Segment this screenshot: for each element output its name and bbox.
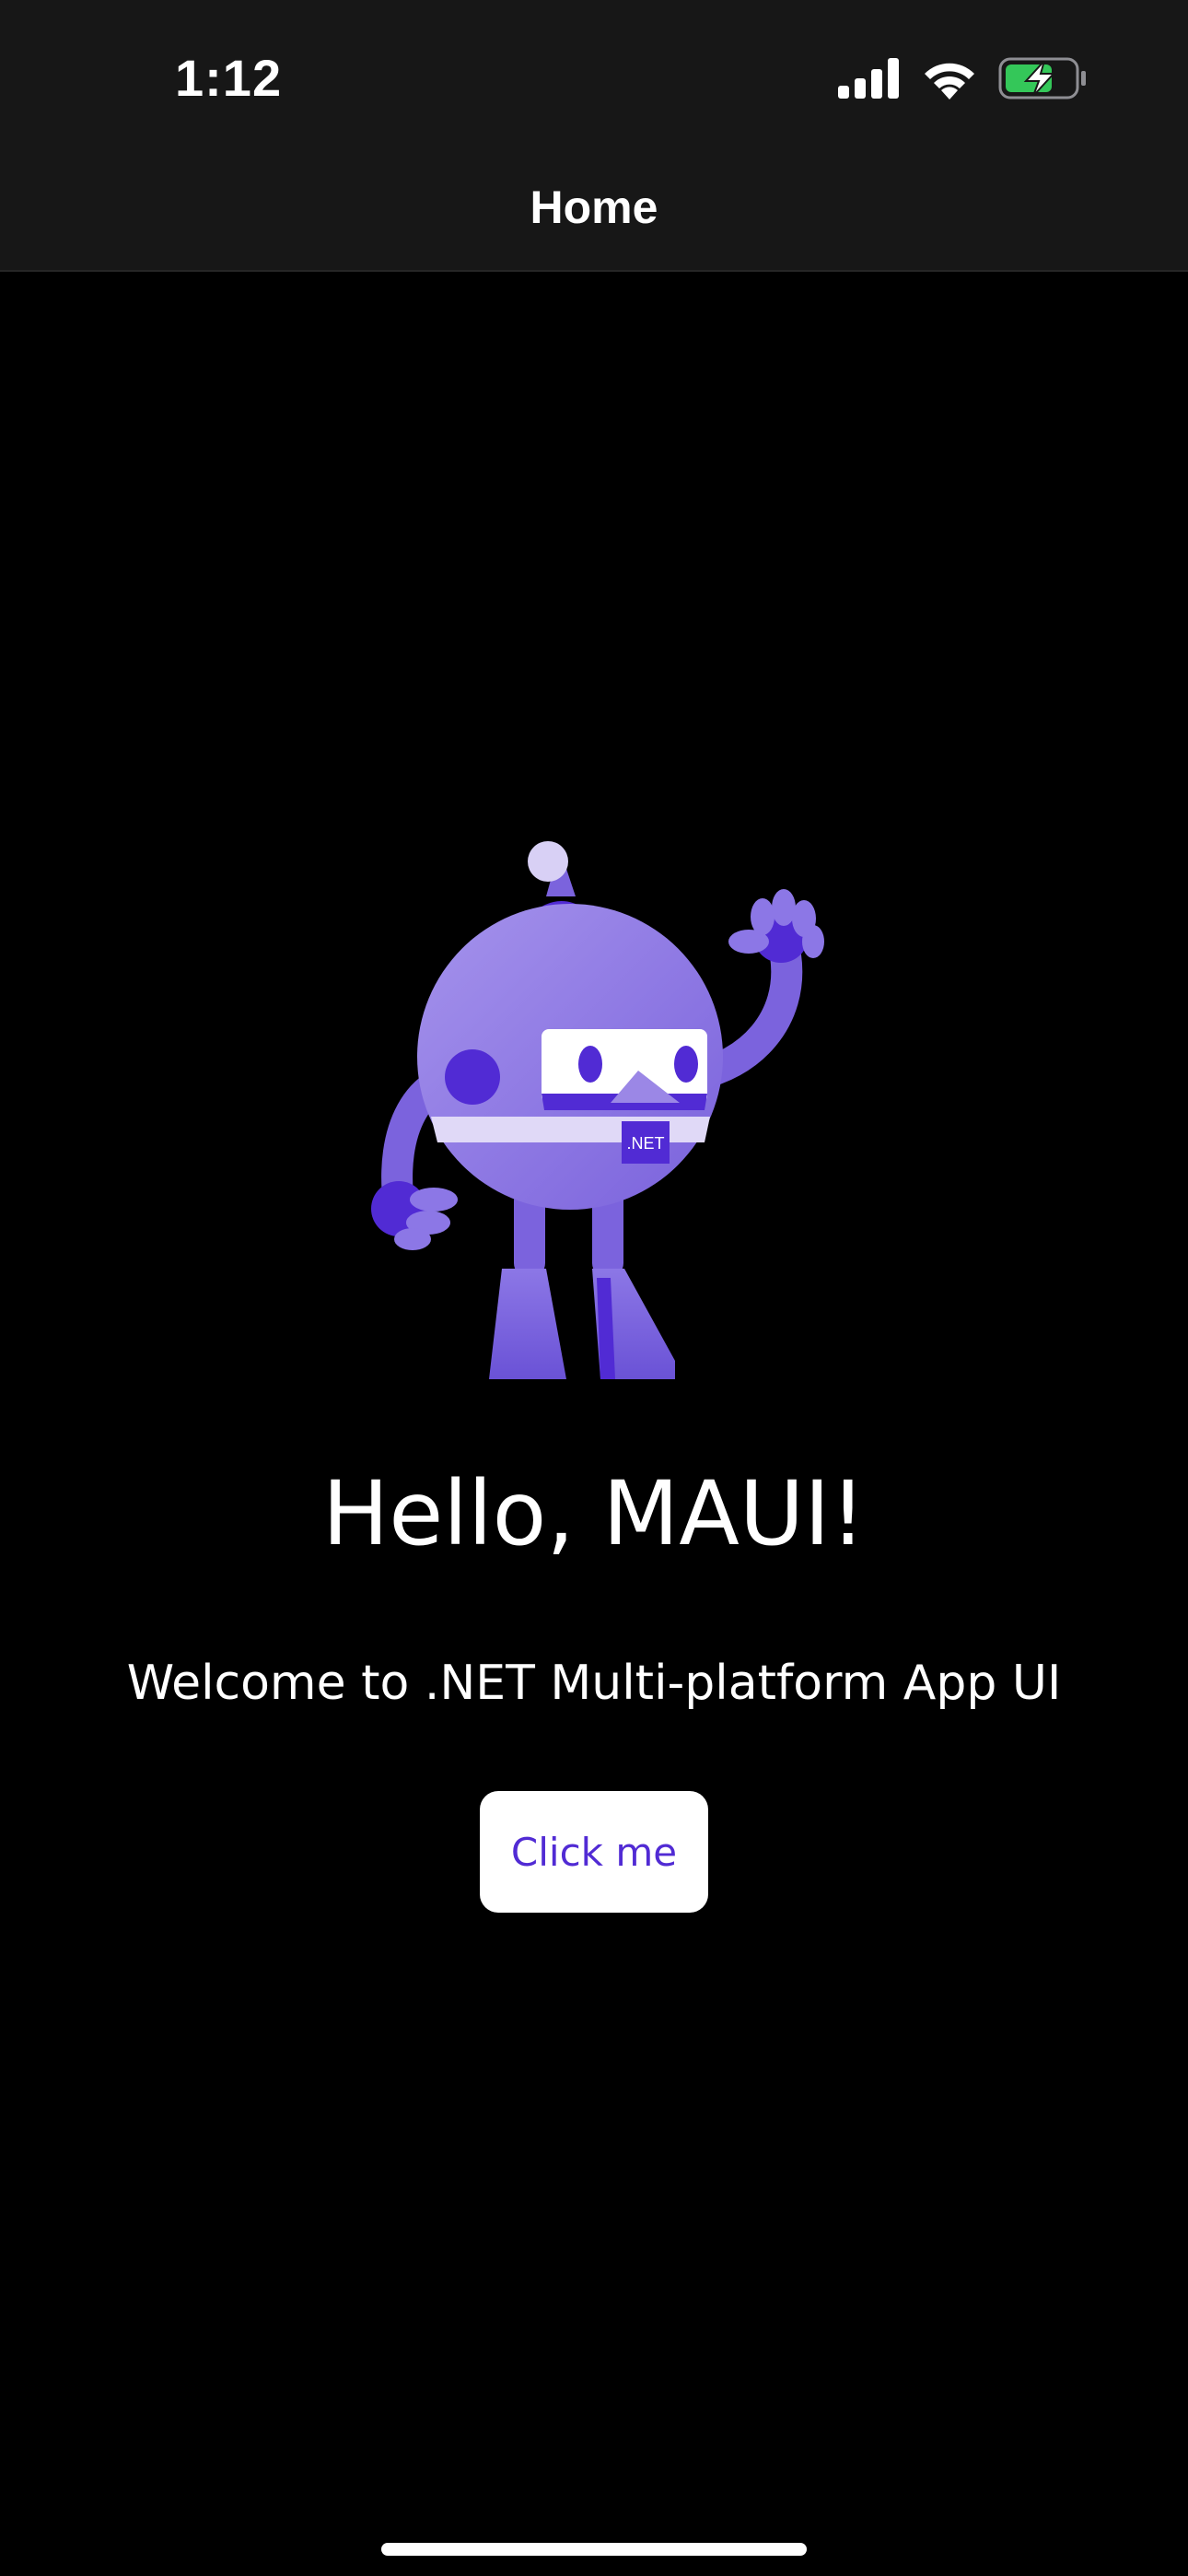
headline: Hello, MAUI! [322, 1462, 866, 1565]
home-indicator[interactable] [381, 2543, 807, 2556]
status-time: 1:12 [175, 49, 283, 107]
bot-badge-text: .NET [626, 1134, 664, 1153]
page-title: Home [530, 181, 658, 233]
subheadline: Welcome to .NET Multi-platform App UI [126, 1656, 1062, 1711]
click-me-button[interactable]: Click me [480, 1791, 708, 1913]
top-bar: 1:12 Home [0, 0, 1188, 272]
dotnet-bot-icon: .NET [362, 836, 832, 1398]
status-icons [838, 57, 1087, 104]
main-content: .NET Hello, MAUI! Welcome to .NET Multi-… [0, 272, 1188, 2576]
signal-icon [838, 58, 901, 103]
battery-charging-icon [998, 57, 1087, 104]
wifi-icon [921, 57, 978, 104]
